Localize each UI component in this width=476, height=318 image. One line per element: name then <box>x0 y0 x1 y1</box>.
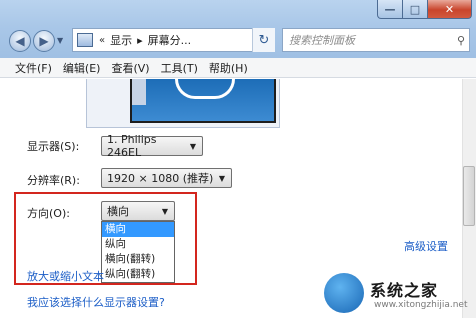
search-placeholder: 搜索控制面板 <box>289 34 355 47</box>
breadcrumb-separator: ▸ <box>137 33 143 47</box>
watermark-url: www.xitongzhijia.net <box>374 300 468 310</box>
menu-tools[interactable]: 工具(T) <box>161 60 198 76</box>
chevron-down-icon: ▼ <box>218 173 225 183</box>
address-bar[interactable]: « 显示 ▸ 屏幕分... <box>72 28 275 52</box>
breadcrumb-display[interactable]: 显示 <box>110 32 132 48</box>
back-arrow-icon: ◀ <box>15 34 25 48</box>
maximize-button[interactable]: □ <box>403 0 428 19</box>
back-button[interactable]: ◀ <box>9 30 31 52</box>
menu-help[interactable]: 帮助(H) <box>209 60 248 76</box>
watermark-name: 系统之家 <box>370 281 439 300</box>
menu-view[interactable]: 查看(V) <box>111 60 149 76</box>
resolution-select-value: 1920 × 1080 (推荐) <box>107 172 214 185</box>
refresh-icon: ↻ <box>258 32 270 48</box>
watermark-logo-icon <box>324 273 364 313</box>
search-input[interactable]: 搜索控制面板 ⚲ <box>282 28 470 52</box>
resolution-label: 分辨率(R): <box>27 174 80 187</box>
menu-file[interactable]: 文件(F) <box>15 60 52 76</box>
refresh-button[interactable]: ↻ <box>252 28 275 52</box>
forward-button[interactable]: ▶ <box>33 30 55 52</box>
history-dropdown-icon[interactable]: ▼ <box>57 36 67 46</box>
close-button[interactable]: ✕ <box>428 0 472 19</box>
resolution-select[interactable]: 1920 × 1080 (推荐) ▼ <box>101 168 232 188</box>
caption-buttons: — □ ✕ <box>377 0 472 19</box>
display-select-value: 1. Philips 246EL <box>107 133 157 159</box>
advanced-settings-link[interactable]: 高级设置 <box>404 238 448 254</box>
display-select[interactable]: 1. Philips 246EL ▼ <box>101 133 203 159</box>
chevron-down-icon: ▼ <box>189 141 196 151</box>
control-panel-icon <box>77 33 93 47</box>
scrollbar-thumb[interactable] <box>463 166 475 226</box>
make-text-larger-smaller-link[interactable]: 放大或缩小文本 <box>27 268 104 284</box>
minimize-button[interactable]: — <box>377 0 403 19</box>
magnifier-icon: ⚲ <box>456 33 465 47</box>
monitor-taskbar-graphic <box>132 79 146 105</box>
address-prefix: « <box>99 34 106 46</box>
menu-bar: 文件(F) 编辑(E) 查看(V) 工具(T) 帮助(H) <box>0 58 476 78</box>
menu-edit[interactable]: 编辑(E) <box>63 60 101 76</box>
forward-arrow-icon: ▶ <box>39 34 49 48</box>
breadcrumb-screen-resolution[interactable]: 屏幕分... <box>148 32 192 48</box>
watermark: 系统之家 www.xitongzhijia.net <box>324 273 474 318</box>
display-label: 显示器(S): <box>27 140 80 153</box>
which-display-settings-link[interactable]: 我应该选择什么显示器设置? <box>27 294 165 310</box>
